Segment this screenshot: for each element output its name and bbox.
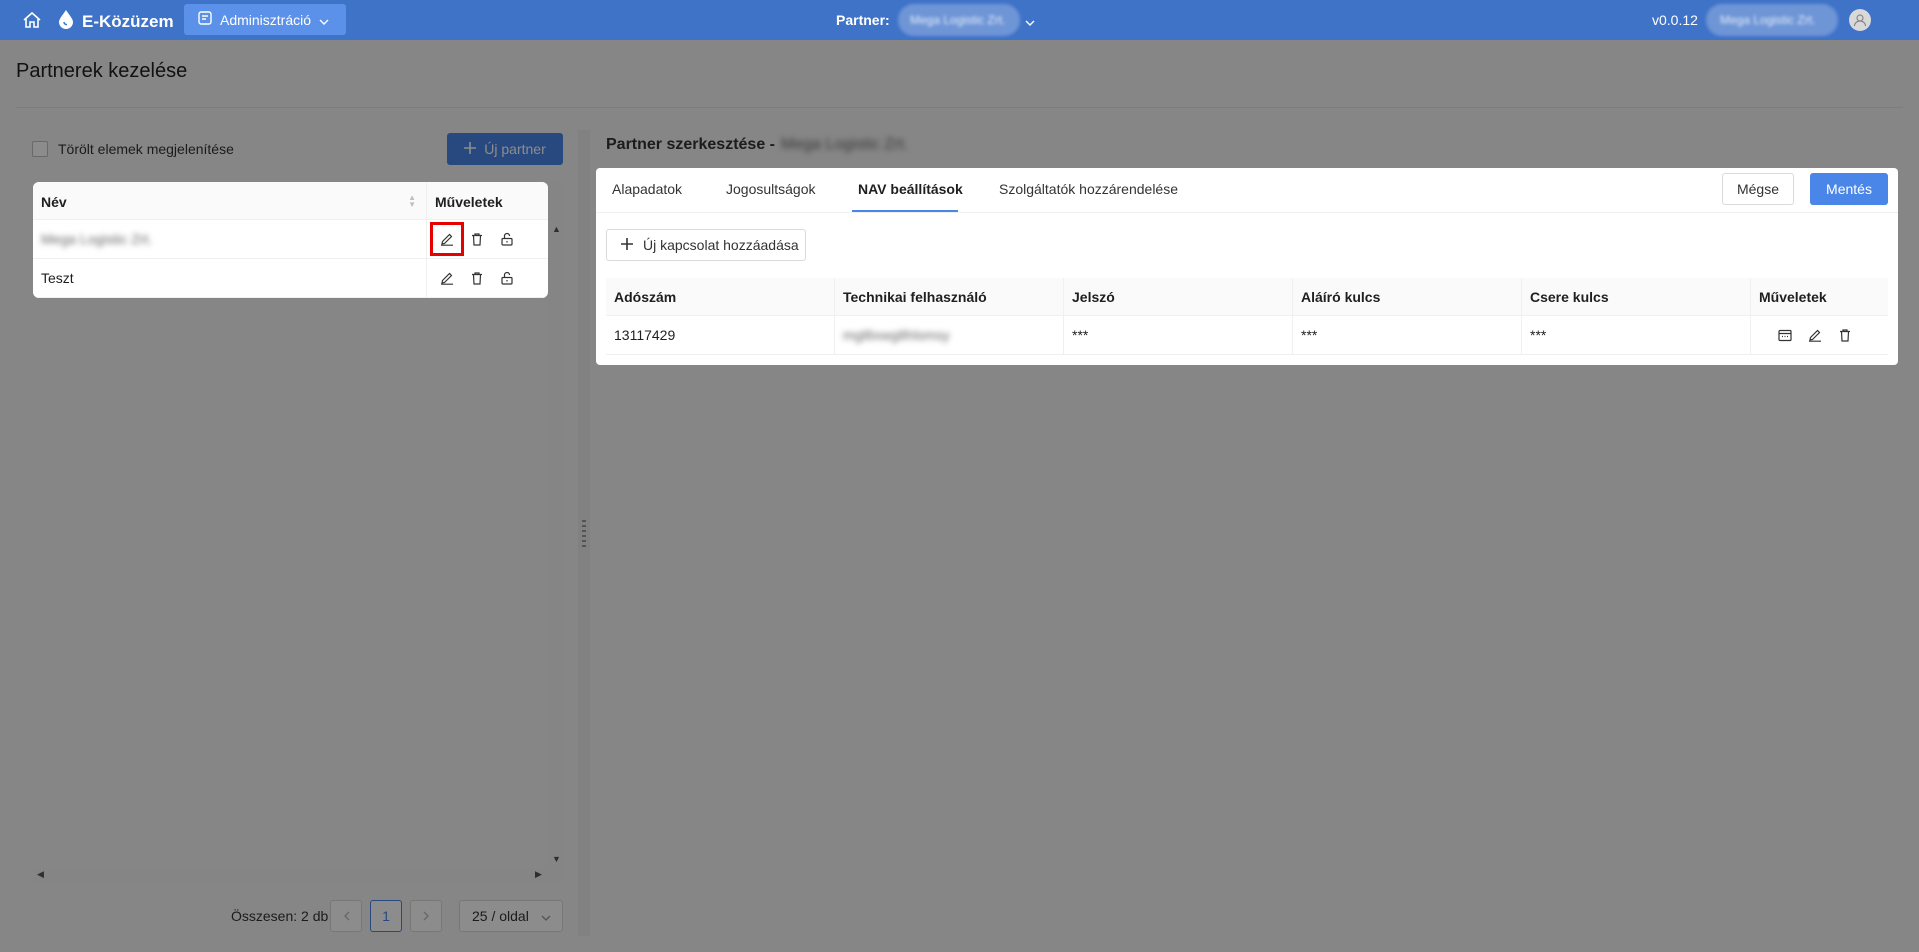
total-count: Összesen: 2 db xyxy=(231,908,329,924)
scroll-left-icon[interactable]: ◀ xyxy=(37,869,44,880)
trash-icon[interactable] xyxy=(467,229,487,249)
new-partner-button[interactable]: Új partner xyxy=(447,133,563,165)
edit-title-text: Partner szerkesztése - xyxy=(606,136,775,153)
app-version: v0.0.12 xyxy=(1652,12,1698,28)
partner-select-value: Mega Logistic Zrt. xyxy=(910,13,1006,27)
plus-icon xyxy=(464,141,477,157)
column-header-exchange-key: Csere kulcs xyxy=(1522,278,1751,315)
technical-user-value: mgl8xwg8hlsmsy xyxy=(843,327,950,343)
tab-nav-settings[interactable]: NAV beállítások xyxy=(858,181,963,197)
tax-number-cell: 13117429 xyxy=(606,316,835,354)
chevron-down-icon xyxy=(319,12,329,28)
brand-logo[interactable]: E-Közüzem xyxy=(58,9,174,34)
tab-provider-assignment[interactable]: Szolgáltatók hozzárendelése xyxy=(999,181,1178,197)
page-title: Partnerek kezelése xyxy=(16,60,188,82)
signing-key-cell: *** xyxy=(1293,316,1522,354)
column-header-tax-number: Adószám xyxy=(606,278,835,315)
page-button-1[interactable]: 1 xyxy=(370,900,402,932)
column-header-technical-user: Technikai felhasználó xyxy=(835,278,1064,315)
add-connection-button[interactable]: Új kapcsolat hozzáadása xyxy=(606,229,806,261)
admin-menu-label: Adminisztráció xyxy=(220,11,312,28)
chevron-down-icon xyxy=(541,908,551,924)
partner-name-cell: Teszt xyxy=(33,259,427,297)
trash-icon[interactable] xyxy=(1835,325,1855,345)
password-cell: *** xyxy=(1064,316,1293,354)
top-bar: E-Közüzem Adminisztráció Partner: Mega L… xyxy=(0,0,1919,40)
water-drop-icon xyxy=(58,9,74,34)
scroll-right-icon[interactable]: ▶ xyxy=(535,869,542,880)
show-deleted-label: Törölt elemek megjelenítése xyxy=(58,141,234,157)
partner-name-cell: Mega Logistic Zrt. xyxy=(33,220,427,258)
new-partner-label: Új partner xyxy=(484,141,546,157)
next-page-button[interactable] xyxy=(410,900,442,932)
edit-partner-card: Alapadatok Jogosultságok NAV beállítások… xyxy=(596,168,1898,365)
partner-chevron-down-icon[interactable] xyxy=(1025,13,1035,29)
sort-icon[interactable]: ▲ ▼ xyxy=(408,194,416,209)
table-row[interactable]: Mega Logistic Zrt. xyxy=(33,220,548,259)
brand-name: E-Közüzem xyxy=(82,11,174,31)
column-header-actions: Műveletek xyxy=(435,194,503,210)
plus-icon xyxy=(621,237,633,253)
edit-title-partner: Mega Logistic Zrt. xyxy=(780,136,909,153)
edit-icon[interactable] xyxy=(430,222,464,256)
home-icon[interactable] xyxy=(22,11,42,29)
column-header-password: Jelszó xyxy=(1064,278,1293,315)
user-menu[interactable]: Mega Logistic Zrt. xyxy=(1706,4,1838,36)
horizontal-scrollbar[interactable]: ◀ ▶ xyxy=(33,868,548,882)
row-actions xyxy=(427,268,548,288)
column-header-name-label: Név xyxy=(41,194,67,210)
scroll-down-icon[interactable]: ▼ xyxy=(552,854,561,864)
edit-icon[interactable] xyxy=(437,268,457,288)
tab-permissions[interactable]: Jogosultságok xyxy=(726,181,816,197)
nav-connections-table: Adószám Technikai felhasználó Jelszó Alá… xyxy=(606,278,1888,355)
test-connection-icon[interactable] xyxy=(1775,325,1795,345)
tab-bar: Alapadatok Jogosultságok NAV beállítások… xyxy=(596,168,1898,213)
show-deleted-checkbox[interactable] xyxy=(32,141,48,157)
partner-select[interactable]: Mega Logistic Zrt. xyxy=(898,4,1020,36)
cancel-button[interactable]: Mégse xyxy=(1722,173,1794,205)
scroll-up-icon[interactable]: ▲ xyxy=(552,224,561,234)
active-tab-indicator xyxy=(852,210,958,212)
show-deleted-toggle[interactable]: Törölt elemek megjelenítése xyxy=(32,141,234,157)
row-actions xyxy=(1751,316,1888,354)
nav-table-header: Adószám Technikai felhasználó Jelszó Alá… xyxy=(606,278,1888,316)
unlock-icon[interactable] xyxy=(497,268,517,288)
page-size-select[interactable]: 25 / oldal xyxy=(459,900,563,932)
admin-menu-button[interactable]: Adminisztráció xyxy=(184,4,346,35)
drag-handle-icon[interactable] xyxy=(582,520,586,550)
partner-label: Partner: xyxy=(836,12,890,28)
edit-icon[interactable] xyxy=(1805,325,1825,345)
edit-partner-title: Partner szerkesztése - Mega Logistic Zrt… xyxy=(606,136,908,154)
admin-settings-icon xyxy=(198,11,212,28)
tab-basic-data[interactable]: Alapadatok xyxy=(612,181,682,197)
partners-table-header: Név ▲ ▼ Műveletek xyxy=(33,182,548,220)
partner-name: Teszt xyxy=(41,270,74,286)
page-size-value: 25 / oldal xyxy=(472,908,529,924)
trash-icon[interactable] xyxy=(467,268,487,288)
partner-name: Mega Logistic Zrt. xyxy=(41,231,153,247)
avatar[interactable] xyxy=(1849,9,1871,31)
column-header-actions: Műveletek xyxy=(1759,288,1827,305)
table-row[interactable]: Teszt xyxy=(33,259,548,298)
add-connection-label: Új kapcsolat hozzáadása xyxy=(643,237,799,253)
partners-table: Név ▲ ▼ Műveletek Mega Logistic Zrt. Tesz… xyxy=(33,182,548,298)
technical-user-cell: mgl8xwg8hlsmsy xyxy=(835,316,1064,354)
save-button[interactable]: Mentés xyxy=(1810,173,1888,205)
prev-page-button[interactable] xyxy=(330,900,362,932)
unlock-icon[interactable] xyxy=(497,229,517,249)
column-header-signing-key: Aláíró kulcs xyxy=(1293,278,1522,315)
exchange-key-cell: *** xyxy=(1522,316,1751,354)
user-name: Mega Logistic Zrt. xyxy=(1720,13,1816,27)
table-row[interactable]: 13117429 mgl8xwg8hlsmsy *** *** *** xyxy=(606,316,1888,355)
title-divider xyxy=(16,107,1903,108)
column-header-name[interactable]: Név ▲ ▼ xyxy=(33,182,427,219)
row-actions xyxy=(427,222,548,256)
vertical-scrollbar[interactable]: ▲ ▼ xyxy=(548,182,564,882)
